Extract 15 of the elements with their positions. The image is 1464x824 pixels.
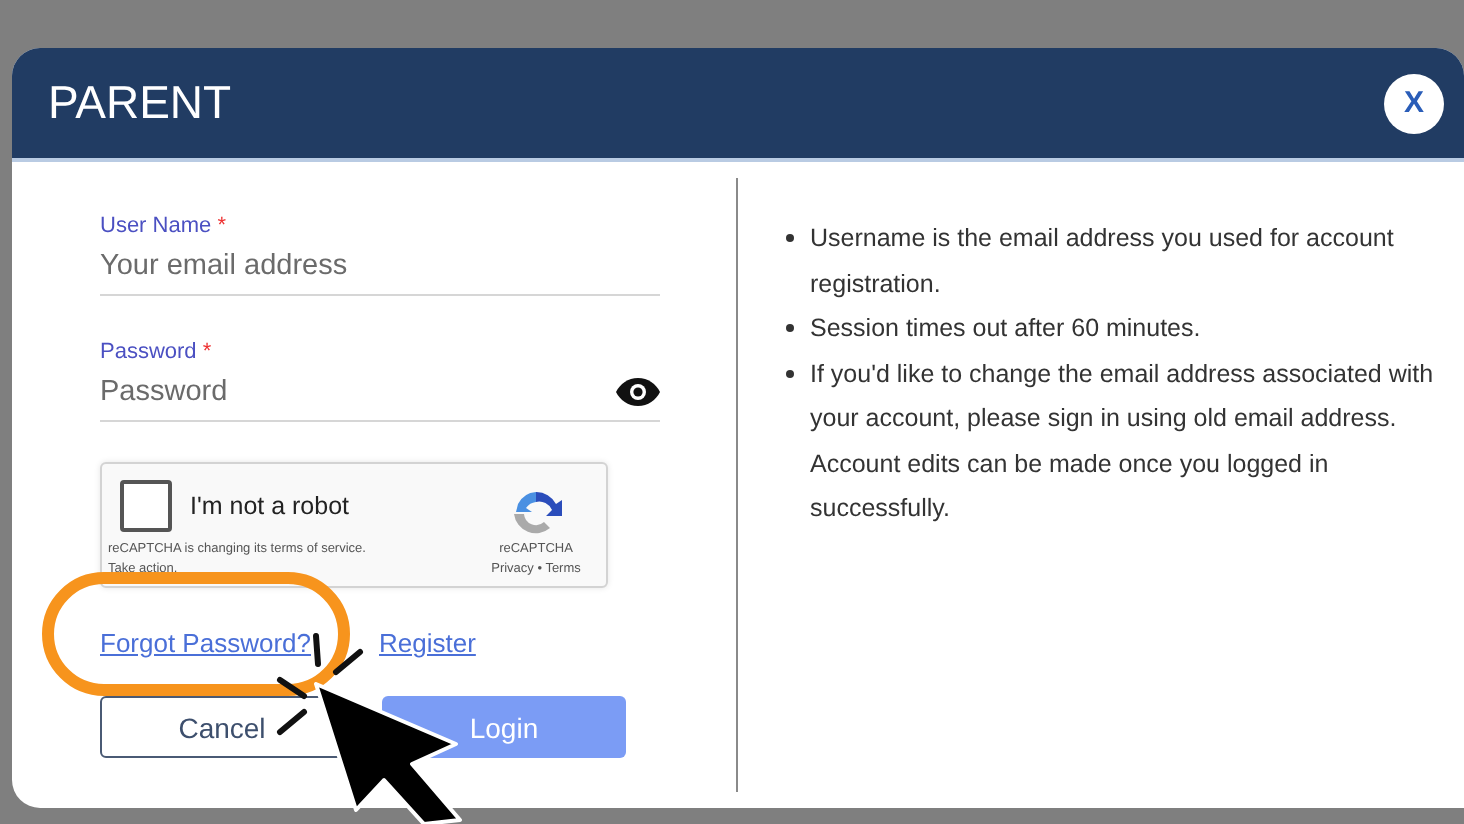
bullet-icon [786, 324, 794, 332]
info-text: If you'd like to change the email address associated with your account, please sign in using old email address. Account edits can be made once you logged in successfully. [810, 357, 1436, 526]
bullet-icon [786, 234, 794, 242]
close-button[interactable]: X [1384, 73, 1444, 133]
bullet-icon [786, 369, 794, 377]
eye-icon[interactable] [616, 378, 660, 406]
captcha-label: I'm not a robot [190, 492, 350, 520]
info-text: Username is the email address you used for account registration. [810, 222, 1396, 302]
forgot-password-link[interactable]: Forgot Password? [100, 628, 311, 658]
register-link[interactable]: Register [379, 628, 476, 658]
captcha-checkbox[interactable] [120, 480, 172, 532]
field-label: Password * [100, 340, 214, 364]
info-text: Session times out after 60 minutes. [810, 312, 1201, 346]
field-label: User Name * [100, 214, 228, 238]
dialog-title: PARENT [48, 76, 232, 130]
